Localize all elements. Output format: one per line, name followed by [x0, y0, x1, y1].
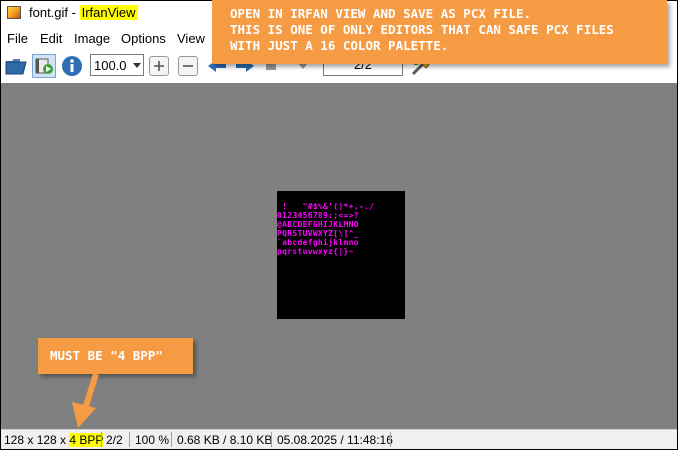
- font-row: PQRSTUVWXYZ[\]^_: [277, 229, 359, 238]
- info-icon[interactable]: [60, 54, 84, 78]
- menu-file[interactable]: File: [7, 31, 28, 46]
- status-page: 2/2: [106, 433, 123, 447]
- chevron-down-icon: [133, 63, 141, 68]
- zoom-out-icon[interactable]: [178, 56, 198, 76]
- font-row: ! "#$%&'()*+,-./: [277, 202, 375, 211]
- font-row: 0123456789:;<=>?: [277, 211, 359, 220]
- status-zoom: 100 %: [135, 433, 170, 447]
- font-row: `abcdefghijklmno: [277, 238, 359, 247]
- annotation-line: Open in Irfan View and save as PCX file.: [230, 6, 532, 21]
- annotation-line: with just a 16 color palette.: [230, 38, 449, 53]
- zoom-value: 100.0: [94, 58, 127, 73]
- zoom-select[interactable]: 100.0: [90, 54, 144, 76]
- open-folder-icon[interactable]: [4, 54, 28, 78]
- window-title-app: IrfanView: [79, 5, 138, 20]
- status-datetime: 05.08.2025 / 11:48:16: [277, 433, 393, 447]
- zoom-in-icon[interactable]: [149, 56, 169, 76]
- status-divider: [101, 432, 102, 447]
- status-bar: 128 x 128 x 4 BPP 2/2 100 % 0.68 KB / 8.…: [1, 429, 677, 449]
- menu-view[interactable]: View: [177, 31, 205, 46]
- status-divider: [129, 432, 130, 447]
- status-dimensions: 128 x 128 x 4 BPP: [4, 433, 104, 447]
- window-title-filename: font.gif -: [29, 5, 80, 20]
- annotation-arrow-icon: [72, 373, 99, 428]
- font-row: @ABCDEFGHIJKLMNO: [277, 220, 359, 229]
- status-divider: [171, 432, 172, 447]
- annotation-line: This is one of only editors that can saf…: [230, 22, 614, 37]
- menu-options[interactable]: Options: [121, 31, 166, 46]
- annotation-callout-bpp: MUST BE "4 BPP": [38, 338, 193, 374]
- status-bpp: 4 BPP: [69, 433, 104, 447]
- font-row: pqrstuvwxyz{|}~: [277, 247, 354, 256]
- status-divider: [271, 432, 272, 447]
- status-dimensions-text: 128 x 128 x: [4, 433, 70, 447]
- status-divider: [390, 432, 391, 447]
- annotation-callout-save-pcx: Open in Irfan View and save as PCX file.…: [212, 0, 667, 64]
- slideshow-icon[interactable]: [32, 54, 56, 78]
- menu-edit[interactable]: Edit: [40, 31, 62, 46]
- status-file-size: 0.68 KB / 8.10 KB: [177, 433, 273, 447]
- window-title: font.gif - IrfanView: [29, 5, 138, 20]
- menu-image[interactable]: Image: [74, 31, 110, 46]
- font-image: ! "#$%&'()*+,-./ 0123456789:;<=>? @ABCDE…: [277, 191, 405, 319]
- irfanview-app-icon: [7, 6, 21, 19]
